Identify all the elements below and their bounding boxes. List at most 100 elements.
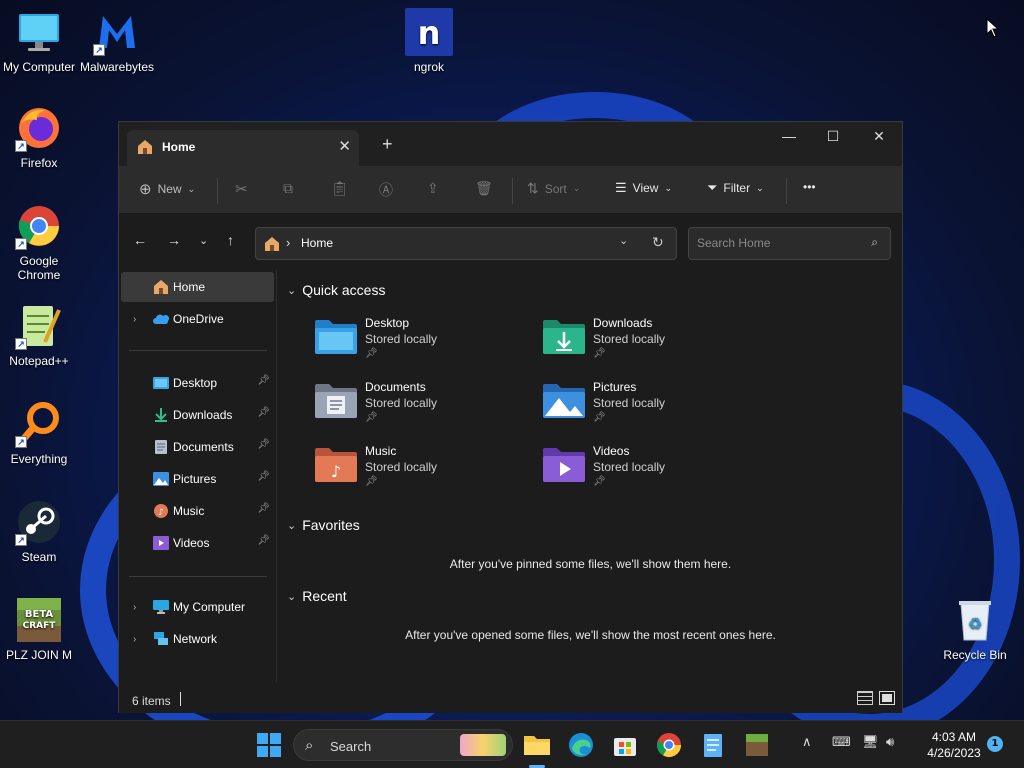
title-bar[interactable]: Home ✕ + — ☐ ✕ [119, 122, 902, 166]
pin-icon[interactable]: 📌︎ [257, 375, 270, 386]
desktop-icon-my-computer[interactable]: My Computer [0, 8, 78, 74]
quick-access-header[interactable]: ⌄ Quick access [287, 282, 385, 298]
network-tray-icon[interactable]: 🖥︎ [862, 735, 879, 750]
nav-item-videos[interactable]: Videos 📌︎ [121, 528, 274, 558]
monitor-icon [15, 8, 63, 56]
desktop-icon-betacraft[interactable]: BETA CRAFT PLZ JOIN M [0, 596, 78, 662]
refresh-icon[interactable]: ↻ [652, 234, 664, 251]
address-dropdown-icon[interactable]: ⌄ [619, 234, 628, 247]
new-tab-button[interactable]: + [382, 134, 393, 155]
desktop-icon-recycle-bin[interactable]: ♻ Recycle Bin [936, 596, 1014, 662]
address-bar[interactable]: › Home ⌄ ↻ [255, 227, 677, 260]
touch-keyboard-icon[interactable]: ⌨ [832, 735, 851, 750]
sort-button[interactable]: ⇅ Sort ⌄ [527, 180, 580, 197]
desktop-icon-label: Firefox [20, 156, 58, 170]
quick-access-item-music[interactable]: ♪ Music Stored locally 📌︎ [315, 444, 515, 500]
minecraft-icon[interactable] [742, 730, 772, 760]
copy-button[interactable]: ⧉ [283, 180, 293, 197]
quick-access-item-downloads[interactable]: Downloads Stored locally 📌︎ [543, 316, 743, 372]
back-button[interactable]: ← [133, 232, 147, 248]
desktop-icon-firefox[interactable]: ↗ Firefox [0, 104, 78, 170]
start-button[interactable] [254, 730, 284, 760]
filter-label: Filter [723, 181, 751, 195]
pin-icon[interactable]: 📌︎ [257, 471, 270, 482]
nav-item-documents[interactable]: Documents 📌︎ [121, 432, 274, 462]
nav-item-pictures[interactable]: Pictures 📌︎ [121, 464, 274, 494]
clock[interactable]: 4:03 AM 4/26/2023 [918, 729, 990, 761]
desktop-icon-everything[interactable]: ↗ Everything [0, 400, 78, 466]
close-window-button[interactable]: ✕ [859, 128, 899, 145]
show-hidden-icons-button[interactable]: ∧ [802, 735, 812, 750]
tab-home[interactable]: Home ✕ [127, 130, 359, 166]
search-box[interactable]: ⌕ [688, 227, 891, 260]
clock-date: 4/26/2023 [927, 746, 981, 760]
nav-item-desktop[interactable]: Desktop 📌︎ [121, 368, 274, 398]
nav-item-home[interactable]: Home [121, 272, 274, 302]
rename-button[interactable]: Ⓐ [379, 180, 393, 200]
desktop-icon-ngrok[interactable]: n ngrok [390, 8, 468, 74]
taskbar-search[interactable]: ⌕ Search [293, 729, 513, 761]
chevron-right-icon[interactable]: › [133, 602, 136, 613]
tiles-view-icon[interactable] [879, 691, 895, 705]
onedrive-icon [153, 312, 170, 326]
edge-icon[interactable] [566, 730, 596, 760]
recent-header[interactable]: ⌄ Recent [287, 588, 347, 604]
nav-item-my-computer[interactable]: › My Computer [121, 592, 274, 622]
notification-badge[interactable]: 1 [987, 736, 1003, 752]
chevron-right-icon[interactable]: › [133, 314, 136, 325]
desktop-icon-label: PLZ JOIN M [5, 648, 72, 662]
up-button[interactable]: ↑ [227, 232, 234, 248]
quick-access-item-videos[interactable]: Videos Stored locally 📌︎ [543, 444, 743, 500]
pin-icon[interactable]: 📌︎ [257, 503, 270, 514]
file-explorer-taskbar-icon[interactable] [522, 730, 552, 760]
nav-item-downloads[interactable]: Downloads 📌︎ [121, 400, 274, 430]
maximize-button[interactable]: ☐ [813, 128, 853, 145]
pin-icon[interactable]: 📌︎ [257, 439, 270, 450]
cut-button[interactable]: ✂ [235, 180, 248, 198]
desktop-icon-steam[interactable]: ↗ Steam [0, 498, 78, 564]
desktop-icon-chrome[interactable]: ↗ Google Chrome [0, 202, 78, 282]
search-label: Search [330, 739, 372, 754]
chrome-icon[interactable] [654, 730, 684, 760]
notepad-icon[interactable] [698, 730, 728, 760]
quick-access-item-desktop[interactable]: Desktop Stored locally 📌︎ [315, 316, 515, 372]
new-button[interactable]: ⊕ New ⌄ [139, 180, 195, 198]
share-button[interactable]: ⇪ [427, 180, 439, 197]
notepadpp-icon: ↗ [15, 302, 63, 350]
paste-button[interactable]: 📋︎ [331, 180, 349, 197]
details-view-icon[interactable] [857, 691, 873, 705]
breadcrumb-home[interactable]: Home [301, 236, 333, 250]
favorites-header[interactable]: ⌄ Favorites [287, 517, 360, 533]
minimize-button[interactable]: — [769, 128, 809, 144]
forward-button[interactable]: → [167, 232, 181, 248]
pin-icon[interactable]: 📌︎ [257, 535, 270, 546]
desktop-icon-malwarebytes[interactable]: ↗ Malwarebytes [78, 8, 156, 74]
nav-item-onedrive[interactable]: › OneDrive [121, 304, 274, 334]
ngrok-icon: n [405, 8, 453, 56]
nav-item-network[interactable]: › Network [121, 624, 274, 654]
nav-label: Downloads [173, 408, 233, 422]
chrome-icon: ↗ [15, 202, 63, 250]
pin-icon[interactable]: 📌︎ [257, 407, 270, 418]
recent-empty-message: After you've opened some files, we'll sh… [405, 628, 776, 642]
chevron-down-icon: ⌄ [287, 590, 297, 603]
view-button[interactable]: ☰ View ⌄ [615, 180, 672, 196]
nav-label: My Computer [173, 600, 246, 614]
quick-access-item-documents[interactable]: Documents Stored locally 📌︎ [315, 380, 515, 436]
delete-button[interactable]: 🗑︎ [475, 180, 493, 197]
close-tab-icon[interactable]: ✕ [338, 137, 351, 155]
quick-access-item-pictures[interactable]: Pictures Stored locally 📌︎ [543, 380, 743, 436]
more-options-button[interactable]: ••• [803, 180, 816, 194]
item-location: Stored locally [365, 396, 438, 410]
item-name: Videos [593, 444, 630, 458]
microsoft-store-icon[interactable] [610, 730, 640, 760]
search-input[interactable] [697, 236, 857, 250]
recent-locations-button[interactable]: ⌄ [199, 234, 208, 247]
divider [512, 178, 513, 204]
desktop-icon-notepadpp[interactable]: ↗ Notepad++ [0, 302, 78, 368]
volume-icon[interactable]: 🔊︎ [886, 735, 894, 750]
filter-button[interactable]: ⏷ Filter ⌄ [707, 180, 764, 196]
chevron-right-icon[interactable]: › [133, 634, 136, 645]
nav-item-music[interactable]: ♪ Music 📌︎ [121, 496, 274, 526]
chevron-down-icon: ⌄ [664, 182, 672, 193]
